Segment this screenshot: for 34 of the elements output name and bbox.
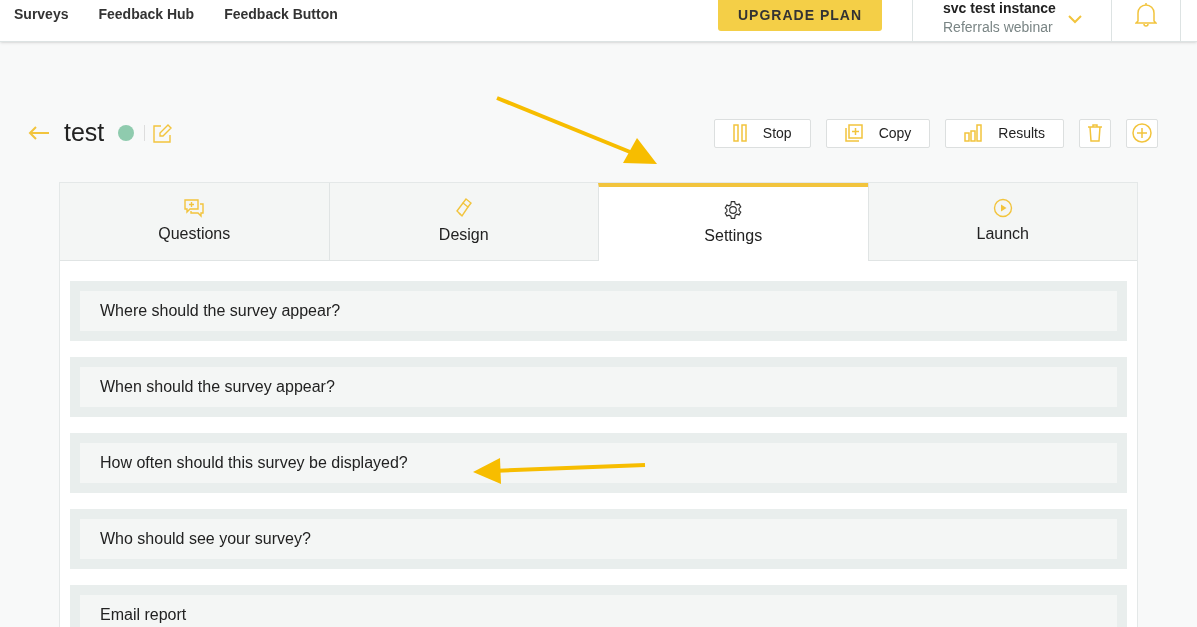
tab[interactable]: Settings <box>598 183 868 261</box>
bar-chart-icon <box>964 124 983 142</box>
survey-title: test <box>64 117 105 149</box>
pause-icon <box>732 124 747 142</box>
nav-link[interactable]: Feedback Button <box>224 4 338 25</box>
settings-section-header[interactable]: Email report <box>80 595 1117 627</box>
nav-link[interactable]: Surveys <box>14 4 69 25</box>
account-name: svc test instance <box>943 0 1056 18</box>
play-icon <box>992 197 1013 218</box>
icon-button[interactable] <box>1079 118 1111 148</box>
project-name: Referrals webinar <box>943 18 1054 36</box>
settings-section-header[interactable]: Where should the survey appear? <box>80 291 1117 331</box>
back-arrow-icon[interactable] <box>28 125 50 141</box>
settings-section-header[interactable]: Who should see your survey? <box>80 519 1117 559</box>
tab[interactable]: Launch <box>867 183 1137 261</box>
account-switcher[interactable]: svc test instance Referrals webinar <box>912 0 1111 41</box>
tab[interactable]: Design <box>328 183 598 261</box>
settings-section-header[interactable]: When should the survey appear? <box>80 367 1117 407</box>
action-button[interactable]: Stop <box>713 118 811 148</box>
copy-icon <box>844 124 863 142</box>
gear-icon <box>723 200 744 220</box>
bell-icon[interactable] <box>1135 2 1157 27</box>
edit-icon[interactable] <box>153 123 173 143</box>
chevron-down-icon <box>1067 15 1082 24</box>
action-button[interactable]: Results <box>945 118 1064 148</box>
chat-bubbles-icon <box>183 197 206 218</box>
upgrade-plan-button[interactable]: UPGRADE PLAN <box>718 0 882 31</box>
add-icon <box>1132 123 1152 143</box>
icon-button[interactable] <box>1126 118 1158 148</box>
action-button[interactable]: Copy <box>825 118 931 148</box>
tab[interactable]: Questions <box>60 183 329 261</box>
nav-link[interactable]: Feedback Hub <box>98 4 195 25</box>
trash-icon <box>1087 124 1103 142</box>
settings-section-header[interactable]: How often should this survey be displayed? <box>80 443 1117 483</box>
